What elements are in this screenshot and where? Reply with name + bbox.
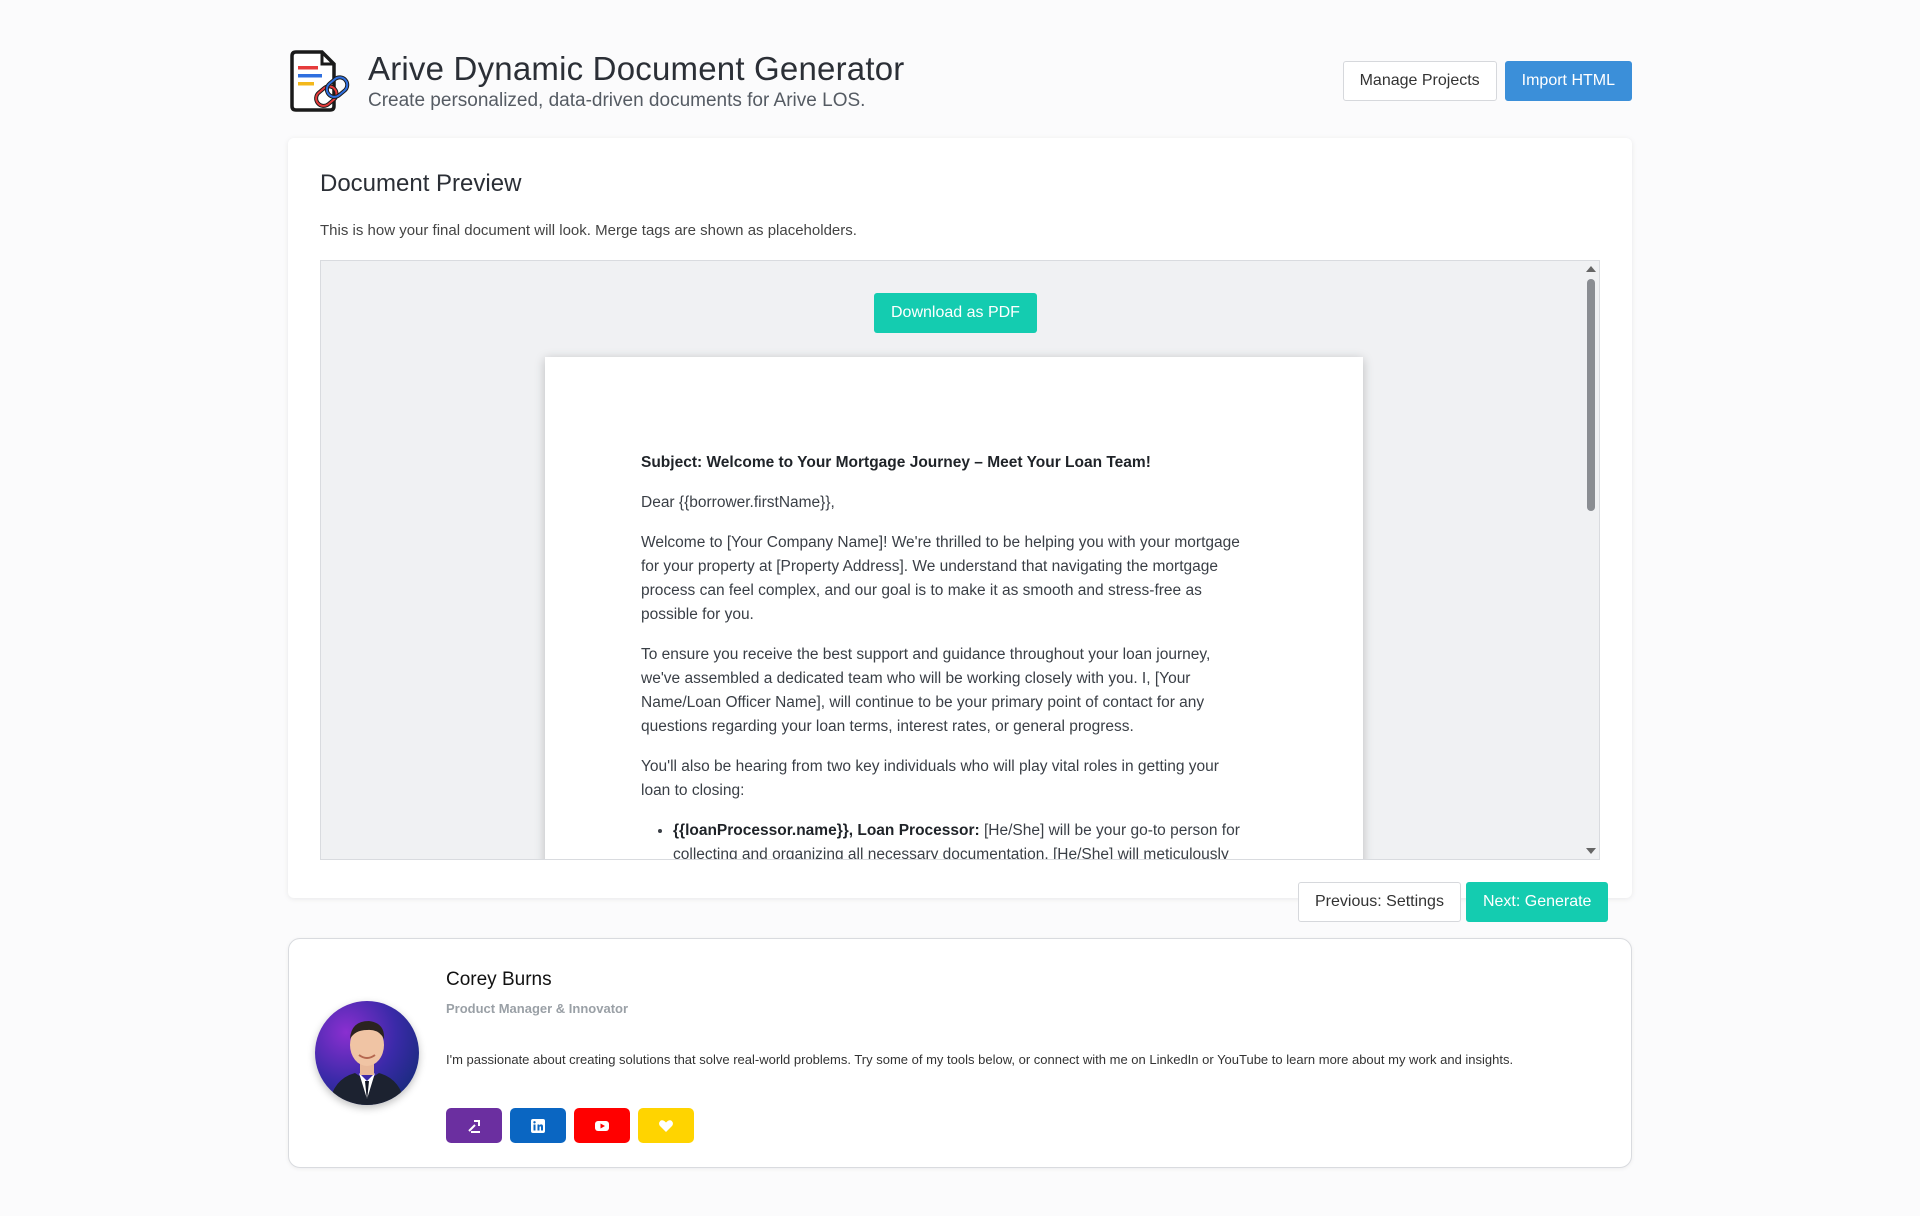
- tools-link-button[interactable]: [446, 1108, 502, 1143]
- profile-name: Corey Burns: [446, 969, 552, 990]
- team-list: {{loanProcessor.name}}, Loan Processor: …: [641, 819, 1241, 859]
- previous-settings-button[interactable]: Previous: Settings: [1298, 882, 1461, 922]
- author-profile-card: Corey Burns Product Manager & Innovator …: [288, 938, 1632, 1168]
- profile-bio: I'm passionate about creating solutions …: [446, 1052, 1514, 1067]
- document-body: Subject: Welcome to Your Mortgage Journe…: [641, 451, 1241, 859]
- social-links: [446, 1108, 694, 1143]
- scroll-down-arrow-icon[interactable]: [1586, 848, 1596, 854]
- download-pdf-button[interactable]: Download as PDF: [874, 293, 1037, 333]
- header-actions: Manage Projects Import HTML: [1342, 61, 1632, 101]
- preview-frame[interactable]: Download as PDF Subject: Welcome to Your…: [320, 260, 1600, 860]
- support-button[interactable]: [638, 1108, 694, 1143]
- list-item-title: {{loanProcessor.name}}, Loan Processor:: [673, 822, 980, 839]
- step-navigation: Previous: Settings Next: Generate: [1298, 882, 1609, 922]
- list-item: {{loanProcessor.name}}, Loan Processor: …: [673, 819, 1241, 859]
- document-page: Subject: Welcome to Your Mortgage Journe…: [545, 357, 1363, 859]
- document-paragraph: You'll also be hearing from two key indi…: [641, 758, 1219, 799]
- document-preview-card: Document Preview This is how your final …: [288, 138, 1632, 898]
- heart-icon: [659, 1119, 673, 1132]
- document-subject: Subject: Welcome to Your Mortgage Journe…: [641, 454, 1151, 471]
- import-html-button[interactable]: Import HTML: [1504, 61, 1632, 101]
- document-link-icon: [288, 48, 354, 114]
- section-description: This is how your final document will loo…: [320, 222, 857, 239]
- scroll-thumb[interactable]: [1587, 279, 1595, 511]
- avatar: [315, 1001, 419, 1105]
- youtube-icon: [595, 1120, 609, 1131]
- youtube-button[interactable]: [574, 1108, 630, 1143]
- manage-projects-button[interactable]: Manage Projects: [1342, 61, 1497, 101]
- document-paragraph: To ensure you receive the best support a…: [641, 646, 1211, 735]
- scroll-up-arrow-icon[interactable]: [1586, 266, 1596, 272]
- app-subtitle: Create personalized, data-driven documen…: [368, 90, 866, 111]
- app-header: Arive Dynamic Document Generator Create …: [288, 48, 1632, 118]
- linkedin-icon: [531, 1118, 545, 1133]
- scrollbar[interactable]: [1583, 261, 1599, 859]
- document-paragraph: Welcome to [Your Company Name]! We're th…: [641, 534, 1240, 623]
- section-title: Document Preview: [320, 170, 522, 197]
- profile-role: Product Manager & Innovator: [446, 1001, 629, 1016]
- app-title: Arive Dynamic Document Generator: [368, 50, 905, 87]
- tools-icon: [468, 1119, 480, 1133]
- next-generate-button[interactable]: Next: Generate: [1465, 882, 1609, 922]
- document-greeting: Dear {{borrower.firstName}},: [641, 494, 835, 511]
- linkedin-button[interactable]: [510, 1108, 566, 1143]
